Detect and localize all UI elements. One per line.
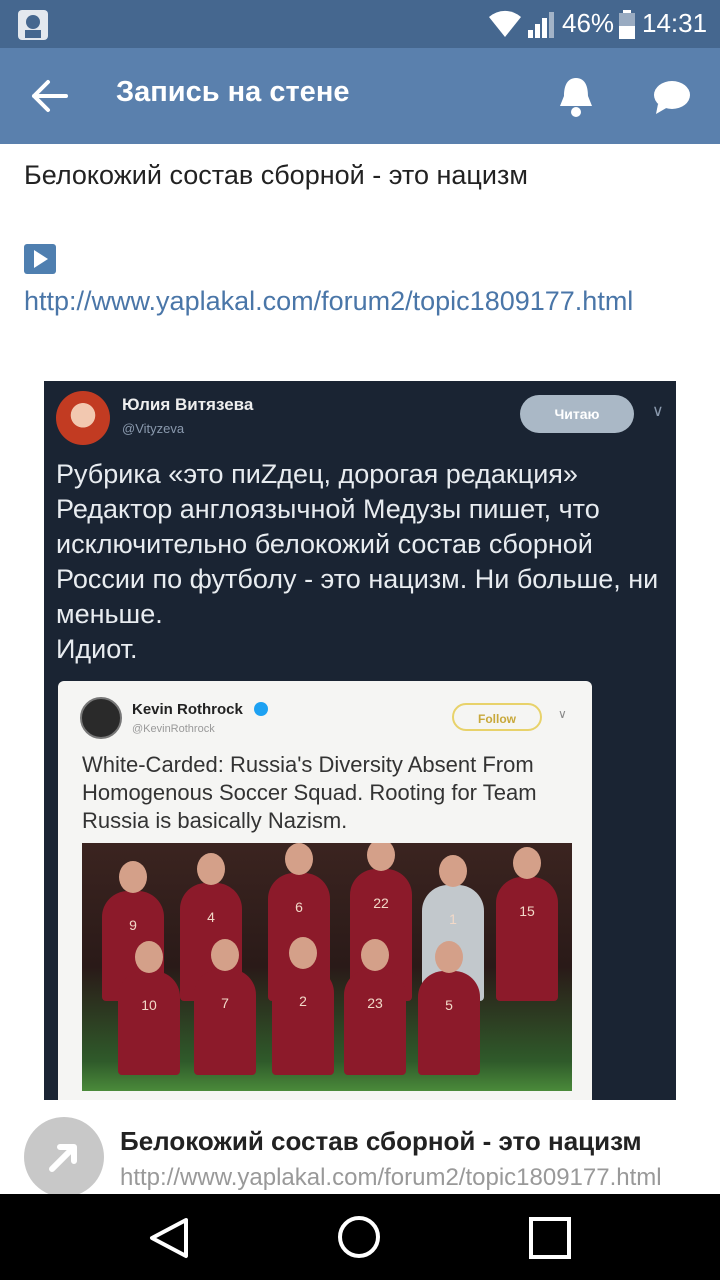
page-title: Запись на стене: [116, 76, 350, 108]
link-card-url: http://www.yaplakal.com/forum2/topic1809…: [120, 1164, 662, 1191]
post-text: Белокожий состав сборной - это нацизм: [24, 160, 528, 190]
home-nav-icon[interactable]: [336, 1214, 382, 1260]
navigation-bar: [0, 1194, 720, 1280]
clock: 14:31: [642, 8, 708, 38]
battery-icon: [619, 10, 635, 39]
chevron-down-icon: ∨: [558, 707, 567, 721]
play-icon: [24, 244, 56, 274]
player: 5: [418, 941, 480, 1075]
battery-percent: 46%: [562, 8, 615, 38]
quoted-author-avatar: [80, 697, 122, 739]
player: 15: [496, 847, 558, 1001]
tweet-follow-button: Читаю: [520, 395, 634, 433]
signal-icon: [528, 12, 554, 38]
app-bar: Запись на стене: [0, 48, 720, 144]
app-notification-icon: [18, 10, 48, 40]
external-link-icon: [24, 1117, 104, 1197]
wifi-icon: [489, 10, 521, 37]
quoted-tweet-body: White-Carded: Russia's Diversity Absent …: [82, 752, 537, 833]
bell-icon[interactable]: [556, 74, 596, 118]
quoted-follow-button: Follow: [452, 703, 542, 731]
link-preview-card[interactable]: Белокожий состав сборной - это нацизм ht…: [0, 1100, 720, 1197]
tweet-author-avatar: [56, 391, 110, 445]
tweet-body: Рубрика «это пиZдец, дорогая редакция» Р…: [56, 459, 659, 664]
player: 7: [194, 939, 256, 1075]
post-link[interactable]: http://www.yaplakal.com/forum2/topic1809…: [24, 280, 700, 322]
tweet-author-handle: @Vityzeva: [122, 421, 185, 436]
quoted-tweet: Kevin Rothrock @KevinRothrock Follow ∨ W…: [58, 681, 592, 1101]
team-photo: 9 4 6 22 1 15 10 7 2 23 5: [82, 843, 572, 1091]
status-bar: 46% 14:31: [0, 0, 720, 48]
quoted-author-handle: @KevinRothrock: [132, 723, 215, 735]
player: 10: [118, 941, 180, 1075]
back-arrow-icon[interactable]: [30, 78, 68, 114]
tweet-author-name: Юлия Витязева: [122, 395, 254, 414]
chat-bubble-icon[interactable]: [652, 78, 692, 118]
link-card-title: Белокожий состав сборной - это нацизм: [120, 1126, 642, 1156]
player: 23: [344, 939, 406, 1075]
verified-icon: [254, 702, 268, 716]
chevron-down-icon: ∨: [652, 403, 664, 420]
quoted-author-name: Kevin Rothrock: [132, 701, 243, 718]
tweet-screenshot[interactable]: Юлия Витязева @Vityzeva Читаю ∨ Рубрика …: [44, 381, 676, 1101]
recents-nav-icon[interactable]: [528, 1216, 572, 1260]
back-nav-icon[interactable]: [146, 1216, 194, 1260]
player: 2: [272, 937, 334, 1075]
